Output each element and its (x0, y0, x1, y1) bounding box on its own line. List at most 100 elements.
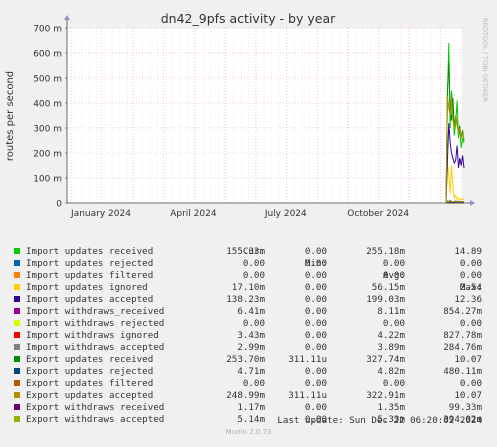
legend-swatch (14, 308, 20, 314)
x-tick-label: January 2024 (70, 209, 131, 219)
legend-rows: Import updates received 155.33m 0.00 255.18… (12, 246, 492, 426)
legend-swatch (14, 248, 20, 254)
legend-series-name: Import updates accepted (26, 294, 154, 305)
legend-swatch (14, 320, 20, 326)
legend-series-name: Export updates rejected (26, 366, 154, 377)
legend-max-value: 10.07 (454, 354, 482, 365)
legend-max-value: 284.76m (443, 342, 482, 353)
legend-row: Export updates received 253.70m 311.11u 327… (12, 354, 492, 366)
legend-swatch (14, 296, 20, 302)
legend-series-name: Export updates received (26, 354, 154, 365)
legend-cur-value: 2.99m (237, 342, 265, 353)
last-update: Last update: Sun Dec 22 06:20:02 2024 (277, 415, 482, 426)
legend-min-value: 0.00 (304, 378, 327, 389)
x-tick-label: April 2024 (170, 209, 217, 219)
legend-row: Import withdraws_received 6.41m 0.00 8.11m 8… (12, 306, 492, 318)
legend-min-value: 0.00 (304, 402, 327, 413)
plot-background (67, 28, 462, 203)
legend-min-value: 0.00 (304, 258, 327, 269)
legend-min-value: 0.00 (304, 318, 327, 329)
y-axis-arrow (64, 15, 70, 20)
legend-avg-value: 0.00 (382, 270, 405, 281)
legend-series-name: Export withdraws received (26, 402, 165, 413)
legend-avg-value: 56.15m (371, 282, 405, 293)
legend-cur-value: 6.41m (237, 306, 265, 317)
legend-row: Import withdraws ignored 3.43m 0.00 4.22m 82… (12, 330, 492, 342)
legend-min-value: 0.00 (304, 246, 327, 257)
y-axis-ticks: 0 100 m 200 m 300 m 400 m 500 m 600 m 700 m (33, 25, 67, 210)
legend-swatch (14, 332, 20, 338)
legend-row: Import updates rejected 0.00 0.00 0.00 0.00 (12, 258, 492, 270)
legend-series-name: Import withdraws rejected (26, 318, 165, 329)
legend-min-value: 0.00 (304, 330, 327, 341)
legend-cur-value: 253.70m (226, 354, 265, 365)
y-tick-label: 100 m (33, 175, 62, 185)
legend: Cur: Min: Avg: Max: Import updates recei… (12, 234, 492, 426)
legend-max-value: 10.07 (454, 390, 482, 401)
legend-series-name: Export withdraws accepted (26, 414, 165, 425)
legend-max-value: 12.36 (454, 294, 482, 305)
legend-cur-value: 0.00 (242, 270, 265, 281)
legend-max-value: 0.00 (459, 318, 482, 329)
legend-swatch (14, 260, 20, 266)
legend-cur-value: 248.99m (226, 390, 265, 401)
plot-area (67, 28, 462, 203)
legend-max-value: 0.00 (459, 270, 482, 281)
legend-series-name: Import updates ignored (26, 282, 148, 293)
legend-series-name: Import updates rejected (26, 258, 154, 269)
legend-max-value: 99.33m (448, 402, 482, 413)
legend-min-value: 0.00 (304, 282, 327, 293)
legend-swatch (14, 356, 20, 362)
y-tick-label: 200 m (33, 150, 62, 160)
legend-cur-value: 138.23m (226, 294, 265, 305)
legend-min-value: 0.00 (304, 342, 327, 353)
legend-series-name: Import withdraws accepted (26, 342, 165, 353)
legend-max-value: 854.27m (443, 306, 482, 317)
legend-avg-value: 0.00 (382, 378, 405, 389)
legend-row: Export updates filtered 0.00 0.00 0.00 0.00 (12, 378, 492, 390)
legend-max-value: 480.11m (443, 366, 482, 377)
legend-swatch (14, 392, 20, 398)
legend-min-value: 0.00 (304, 366, 327, 377)
y-axis-label: routes per second (5, 71, 16, 161)
legend-max-value: 827.78m (443, 330, 482, 341)
legend-max-value: 0.00 (459, 378, 482, 389)
legend-row: Import withdraws rejected 0.00 0.00 0.00 0.0… (12, 318, 492, 330)
legend-min-value: 311.11u (288, 354, 327, 365)
legend-cur-value: 0.00 (242, 258, 265, 269)
x-tick-label: October 2024 (347, 209, 409, 219)
legend-row: Import updates filtered 0.00 0.00 0.00 0.00 (12, 270, 492, 282)
legend-row: Import updates ignored 17.10m 0.00 56.15m 2.… (12, 282, 492, 294)
legend-min-value: 0.00 (304, 270, 327, 281)
legend-avg-value: 0.00 (382, 318, 405, 329)
legend-avg-value: 0.00 (382, 258, 405, 269)
legend-cur-value: 155.33m (226, 246, 265, 257)
legend-swatch (14, 416, 20, 422)
rrdtool-credit: RRDTOOL / TOBI OETIKER (481, 18, 489, 102)
legend-min-value: 0.00 (304, 294, 327, 305)
legend-swatch (14, 404, 20, 410)
y-tick-label: 300 m (33, 125, 62, 135)
legend-swatch (14, 380, 20, 386)
legend-row: Export withdraws received 1.17m 0.00 1.35m 9… (12, 402, 492, 414)
legend-swatch (14, 284, 20, 290)
chart-title: dn42_9pfs activity - by year (161, 11, 336, 26)
legend-max-value: 2.54 (459, 282, 482, 293)
legend-avg-value: 4.82m (377, 366, 405, 377)
y-tick-label: 700 m (33, 25, 62, 35)
legend-cur-value: 1.17m (237, 402, 265, 413)
munin-version: Munin 2.0.73 (225, 428, 272, 436)
x-axis-ticks: January 2024 April 2024 July 2024 October 2… (70, 209, 409, 219)
legend-avg-value: 8.11m (377, 306, 405, 317)
y-tick-label: 0 (56, 200, 62, 210)
legend-swatch (14, 368, 20, 374)
legend-row: Export updates rejected 4.71m 0.00 4.82m 480… (12, 366, 492, 378)
legend-series-name: Import withdraws_received (26, 306, 165, 317)
legend-cur-value: 0.00 (242, 318, 265, 329)
legend-min-value: 0.00 (304, 306, 327, 317)
legend-series-name: Import withdraws ignored (26, 330, 159, 341)
legend-cur-value: 5.14m (237, 414, 265, 425)
legend-avg-value: 199.03m (366, 294, 405, 305)
legend-series-name: Import updates received (26, 246, 154, 257)
legend-cur-value: 0.00 (242, 378, 265, 389)
